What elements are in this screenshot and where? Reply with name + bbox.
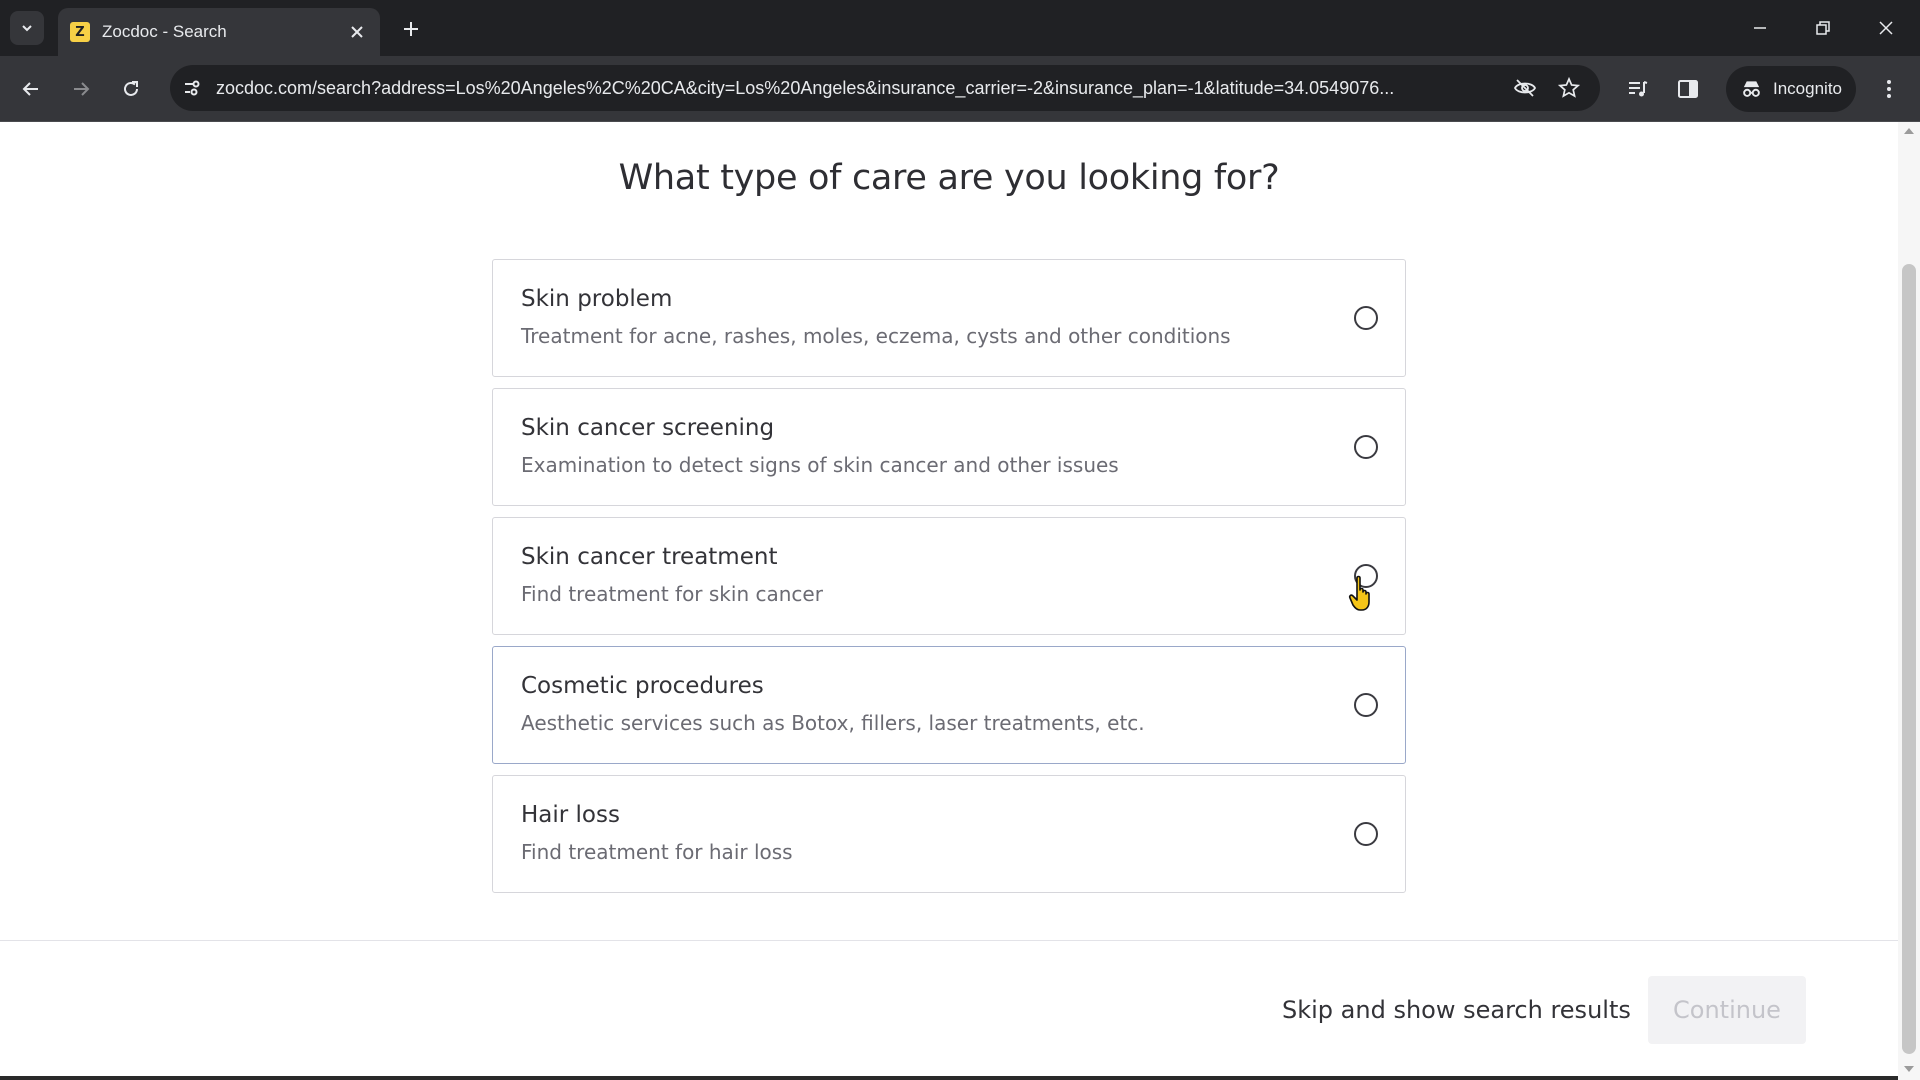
browser-menu-button[interactable] (1872, 72, 1906, 106)
reload-icon (124, 81, 138, 96)
page-content: What type of care are you looking for? S… (0, 122, 1898, 1080)
plus-icon (404, 22, 418, 36)
playlist-music-icon (1629, 81, 1648, 97)
option-title: Hair loss (521, 802, 620, 828)
side-panel-button[interactable] (1671, 72, 1705, 106)
address-bar[interactable]: zocdoc.com/search?address=Los%20Angeles%… (170, 65, 1600, 111)
close-window-button[interactable] (1866, 12, 1906, 44)
bottom-edge (0, 1076, 1898, 1080)
option-description: Examination to detect signs of skin canc… (521, 453, 1119, 477)
more-vertical-icon (1887, 80, 1891, 98)
option-radio[interactable] (1354, 822, 1378, 846)
skip-link[interactable]: Skip and show search results (1282, 996, 1631, 1024)
option-radio[interactable] (1354, 306, 1378, 330)
tab-close-button[interactable] (346, 21, 368, 43)
option-title: Skin cancer screening (521, 415, 775, 441)
zocdoc-favicon-icon: Z (70, 22, 90, 42)
option-title: Cosmetic procedures (521, 673, 764, 699)
option-description: Find treatment for hair loss (521, 840, 793, 864)
care-option-cosmetic-procedures[interactable]: Cosmetic procedures Aesthetic services s… (492, 646, 1406, 764)
site-settings-icon[interactable] (182, 78, 202, 98)
page-scrollbar[interactable] (1898, 122, 1920, 1080)
tracking-protection-button[interactable] (1508, 71, 1542, 105)
option-radio[interactable] (1354, 693, 1378, 717)
side-panel-icon (1678, 80, 1698, 98)
scroll-down-arrow-icon[interactable] (1904, 1066, 1914, 1072)
incognito-indicator[interactable]: Incognito (1726, 66, 1856, 112)
option-radio[interactable] (1354, 435, 1378, 459)
restore-button[interactable] (1803, 12, 1843, 44)
chevron-down-icon (22, 25, 32, 32)
star-icon (1558, 77, 1580, 98)
care-type-options: Skin problem Treatment for acne, rashes,… (492, 259, 1406, 904)
hand-pointer-cursor-icon (1348, 575, 1370, 611)
minimize-icon (1754, 27, 1766, 29)
option-description: Aesthetic services such as Botox, filler… (521, 711, 1145, 735)
care-option-skin-problem[interactable]: Skin problem Treatment for acne, rashes,… (492, 259, 1406, 377)
incognito-label: Incognito (1773, 79, 1842, 98)
tab-search-button[interactable] (10, 11, 44, 45)
eye-off-icon (1513, 79, 1537, 97)
option-title: Skin cancer treatment (521, 544, 778, 570)
browser-toolbar: zocdoc.com/search?address=Los%20Angeles%… (0, 56, 1920, 122)
url-text[interactable]: zocdoc.com/search?address=Los%20Angeles%… (216, 78, 1498, 99)
scroll-up-arrow-icon[interactable] (1904, 128, 1914, 134)
browser-tab[interactable]: Z Zocdoc - Search (58, 8, 380, 56)
tab-strip: Z Zocdoc - Search (0, 0, 1920, 56)
new-tab-button[interactable] (396, 14, 426, 44)
close-icon (351, 26, 363, 38)
media-controls-button[interactable] (1621, 72, 1655, 106)
scrollbar-thumb[interactable] (1902, 264, 1916, 1054)
option-description: Find treatment for skin cancer (521, 582, 823, 606)
care-option-skin-cancer-screening[interactable]: Skin cancer screening Examination to det… (492, 388, 1406, 506)
page-title: What type of care are you looking for? (618, 158, 1280, 198)
care-option-hair-loss[interactable]: Hair loss Find treatment for hair loss (492, 775, 1406, 893)
close-icon (1879, 21, 1893, 35)
restore-icon (1816, 21, 1830, 35)
continue-button[interactable]: Continue (1648, 976, 1806, 1044)
care-option-skin-cancer-treatment[interactable]: Skin cancer treatment Find treatment for… (492, 517, 1406, 635)
footer-divider (0, 940, 1898, 941)
option-description: Treatment for acne, rashes, moles, eczem… (521, 324, 1231, 348)
arrow-right-icon (74, 82, 90, 96)
reload-button[interactable] (114, 72, 148, 106)
minimize-button[interactable] (1740, 12, 1780, 44)
back-button[interactable] (14, 72, 48, 106)
arrow-left-icon (22, 82, 38, 96)
tab-title: Zocdoc - Search (102, 22, 227, 41)
option-title: Skin problem (521, 286, 673, 312)
bookmark-button[interactable] (1552, 71, 1586, 105)
incognito-icon (1743, 81, 1760, 97)
forward-button[interactable] (64, 72, 98, 106)
